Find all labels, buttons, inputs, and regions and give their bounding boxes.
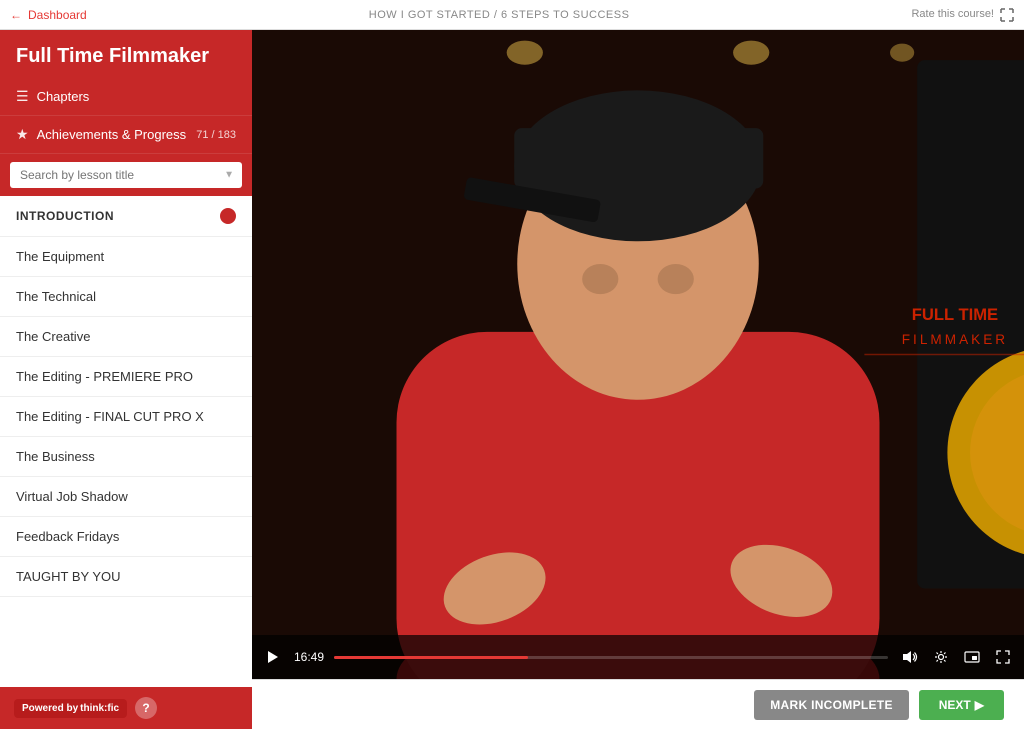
progress-bar-spacer[interactable] <box>334 656 888 659</box>
chapter-item-taught[interactable]: TAUGHT BY YOU <box>0 557 252 597</box>
achievements-label: Achievements & Progress <box>37 127 187 142</box>
trophy-icon: ★ <box>16 126 29 143</box>
top-bar-right: Rate this course! <box>911 8 1014 22</box>
main-content: FULL TIME FILMMAKER 16:49 <box>252 30 1024 729</box>
powered-by-text: Powered by <box>22 703 78 714</box>
chapter-item-business[interactable]: The Business <box>0 437 252 477</box>
rate-course-label[interactable]: Rate this course! <box>911 8 994 22</box>
chapter-item-virtual[interactable]: Virtual Job Shadow <box>0 477 252 517</box>
intro-status-dot <box>220 208 236 224</box>
bottom-bar: MARK INCOMPLETE NEXT ▶ <box>252 679 1024 729</box>
play-button[interactable] <box>262 646 284 668</box>
chapter-item-technical[interactable]: The Technical <box>0 277 252 317</box>
chapter-item-creative[interactable]: The Creative <box>0 317 252 357</box>
svg-text:FULL TIME: FULL TIME <box>912 305 998 324</box>
intro-item[interactable]: INTRODUCTION <box>0 196 252 237</box>
video-player: FULL TIME FILMMAKER <box>252 30 1024 679</box>
ctrl-right <box>898 646 1014 668</box>
fullscreen-button[interactable] <box>992 646 1014 668</box>
settings-button[interactable] <box>930 646 952 668</box>
chapters-icon: ☰ <box>16 88 29 105</box>
next-label: NEXT <box>939 698 971 712</box>
chapter-item-equipment[interactable]: The Equipment <box>0 237 252 277</box>
intro-label: INTRODUCTION <box>16 209 114 223</box>
back-button[interactable]: ← Dashboard <box>10 8 87 22</box>
video-scene: FULL TIME FILMMAKER <box>252 30 1024 679</box>
volume-button[interactable] <box>898 646 922 668</box>
chapter-item-feedback[interactable]: Feedback Fridays <box>0 517 252 557</box>
next-button[interactable]: NEXT ▶ <box>919 690 1004 720</box>
main-layout: Full Time Filmmaker ☰ Chapters ★ Achieve… <box>0 30 1024 729</box>
back-arrow-icon: ← <box>10 8 22 22</box>
back-label: Dashboard <box>28 8 87 22</box>
top-bar: ← Dashboard HOW I GOT STARTED / 6 STEPS … <box>0 0 1024 30</box>
video-controls: 16:49 <box>252 635 1024 679</box>
svg-text:FILMMAKER: FILMMAKER <box>902 332 1008 347</box>
thinkific-brand: think:fic <box>80 703 119 714</box>
chapter-item-editing-fcp[interactable]: The Editing - FINAL CUT PRO X <box>0 397 252 437</box>
expand-icon[interactable] <box>1000 8 1014 22</box>
pip-button[interactable] <box>960 647 984 667</box>
search-input[interactable] <box>10 162 242 188</box>
search-container: ▼ <box>0 154 252 196</box>
sidebar: Full Time Filmmaker ☰ Chapters ★ Achieve… <box>0 30 252 729</box>
sidebar-nav: ☰ Chapters ★ Achievements & Progress 71 … <box>0 78 252 154</box>
chapters-label: Chapters <box>37 89 90 104</box>
help-button[interactable]: ? <box>135 697 157 719</box>
video-container: FULL TIME FILMMAKER 16:49 <box>252 30 1024 679</box>
video-time: 16:49 <box>294 650 324 664</box>
chapter-item-editing-pp[interactable]: The Editing - PREMIERE PRO <box>0 357 252 397</box>
chapter-list: INTRODUCTION The Equipment The Technical… <box>0 196 252 687</box>
sidebar-item-achievements[interactable]: ★ Achievements & Progress 71 / 183 <box>0 116 252 154</box>
thinkific-badge: Powered by think:fic <box>14 699 127 718</box>
achievements-count: 71 / 183 <box>196 129 236 141</box>
sidebar-item-chapters[interactable]: ☰ Chapters <box>0 78 252 116</box>
next-arrow-icon: ▶ <box>975 698 984 712</box>
sidebar-footer: Powered by think:fic ? <box>0 687 252 729</box>
course-title: Full Time Filmmaker <box>0 30 252 78</box>
mark-incomplete-button[interactable]: MARK INCOMPLETE <box>754 690 909 720</box>
video-title: HOW I GOT STARTED / 6 STEPS TO SUCCESS <box>369 9 630 21</box>
